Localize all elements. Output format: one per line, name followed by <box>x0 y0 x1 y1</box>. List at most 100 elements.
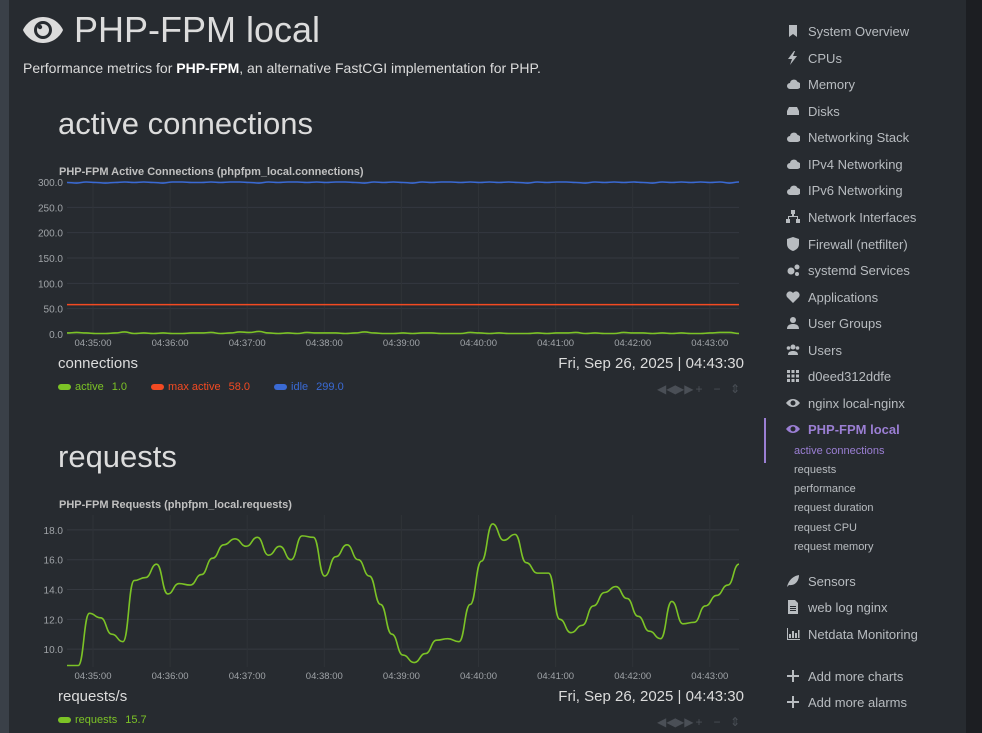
resize-icon[interactable]: ⇕ <box>729 382 741 396</box>
sidebar-subitem[interactable]: request CPU <box>794 522 857 538</box>
sidebar-item-label: Memory <box>808 76 855 92</box>
sidebar-item[interactable]: nginx local-nginx <box>784 393 905 413</box>
legend-value: 58.0 <box>228 381 251 393</box>
sidebar-item[interactable]: System Overview <box>784 21 909 41</box>
legend-item-idle[interactable]: idle 299.0 <box>274 381 344 393</box>
x-tick-label: 04:36:00 <box>152 671 189 682</box>
resize-icon[interactable]: ⇕ <box>729 715 741 729</box>
sidebar-action[interactable]: Add more charts <box>784 666 903 686</box>
sidebar-item[interactable]: IPv4 Networking <box>784 154 903 174</box>
x-tick-label: 04:43:00 <box>691 671 728 682</box>
connections-chart[interactable]: 300.0 250.0 200.0 150.0 100.0 50.0 0.0 04:35:00… <box>23 176 745 354</box>
legend-value: 299.0 <box>316 381 344 393</box>
sidebar-item[interactable]: CPUs <box>784 48 842 68</box>
rewind-icon[interactable]: ◀◀ <box>657 715 675 729</box>
sidebar-action-label: Add more alarms <box>808 694 907 710</box>
bolt-icon <box>784 51 802 65</box>
legend-value: 1.0 <box>111 381 128 393</box>
th-icon <box>784 369 802 383</box>
page-header: PHP-FPM local <box>22 8 320 52</box>
y-tick-label: 300.0 <box>38 178 63 189</box>
sidebar-item[interactable]: Sensors <box>784 571 856 591</box>
sidebar-item[interactable]: Disks <box>784 101 840 121</box>
active-section-indicator <box>764 418 766 463</box>
rewind-icon[interactable]: ◀◀ <box>657 382 675 396</box>
sidebar-item[interactable]: Networking Stack <box>784 127 909 147</box>
zoom-in-icon[interactable]: + <box>693 382 705 396</box>
chart-units-requests: requests/s <box>58 688 128 705</box>
sidebar-subitem[interactable]: performance <box>794 483 856 499</box>
chart-units-connections: connections <box>58 355 139 372</box>
legend-item-requests[interactable]: requests 15.7 <box>58 714 147 726</box>
cloud-icon <box>784 77 802 91</box>
hdd-icon <box>784 104 802 118</box>
chart-controls-requests: ◀◀ ▶▶ + − ⇕ <box>657 715 741 729</box>
cloud-icon <box>784 157 802 171</box>
y-tick-label: 250.0 <box>38 203 63 214</box>
sidebar-item-label: IPv4 Networking <box>808 156 903 172</box>
zoom-out-icon[interactable]: − <box>711 382 723 396</box>
legend-item-max-active[interactable]: max active 58.0 <box>151 381 250 393</box>
sidebar-item-label: Networking Stack <box>808 129 910 145</box>
sidebar-item[interactable]: systemd Services <box>784 260 910 280</box>
sidebar-item[interactable]: Netdata Monitoring <box>784 624 918 644</box>
x-tick-label: 04:43:00 <box>691 338 728 349</box>
eye-icon <box>784 396 802 410</box>
file-icon <box>784 600 802 614</box>
sidebar-action-label: Add more charts <box>808 668 904 684</box>
requests-chart[interactable]: 18.0 16.0 14.0 12.0 10.0 04:35:00 04:36:00 04:3… <box>23 509 745 687</box>
y-tick-label: 18.0 <box>44 526 64 537</box>
sidebar-item[interactable]: d0eed312ddfe <box>784 366 891 386</box>
sidebar-item[interactable]: Network Interfaces <box>784 207 916 227</box>
chart-timestamp-requests: Fri, Sep 26, 2025 | 04:43:30 <box>558 688 744 705</box>
section-title-requests: requests <box>58 439 177 474</box>
sidebar-subitem[interactable]: request memory <box>794 541 873 557</box>
cogs-icon <box>784 263 802 277</box>
page-title: PHP-FPM local <box>74 9 321 50</box>
right-scrollbar[interactable] <box>966 0 982 733</box>
zoom-in-icon[interactable]: + <box>693 715 705 729</box>
zoom-out-icon[interactable]: − <box>711 715 723 729</box>
sidebar-item[interactable]: Memory <box>784 74 855 94</box>
sidebar-item[interactable]: Users <box>784 340 842 360</box>
y-tick-label: 16.0 <box>44 556 64 567</box>
legend-item-active[interactable]: active 1.0 <box>58 381 127 393</box>
y-tick-label: 50.0 <box>44 305 64 316</box>
legend-connections: active 1.0 max active 58.0 idle 299.0 <box>58 381 344 393</box>
sidebar-item[interactable]: web log nginx <box>784 597 888 617</box>
sidebar-item-label: PHP-FPM local <box>808 421 900 437</box>
forward-icon[interactable]: ▶▶ <box>675 715 693 729</box>
forward-icon[interactable]: ▶▶ <box>675 382 693 396</box>
series-line-active <box>66 330 740 335</box>
sidebar-action[interactable]: Add more alarms <box>784 692 907 712</box>
plus-icon <box>784 695 802 709</box>
sidebar-subitem[interactable]: request duration <box>794 502 874 518</box>
legend-swatch <box>58 717 71 723</box>
x-tick-label: 04:37:00 <box>229 671 266 682</box>
sidebar-subitem[interactable]: active connections <box>794 445 885 461</box>
cloud-icon <box>784 183 802 197</box>
series-line-idle <box>66 181 740 184</box>
bookmark-icon <box>784 24 802 38</box>
sidebar-item[interactable]: User Groups <box>784 313 882 333</box>
sidebar-item[interactable]: IPv6 Networking <box>784 180 903 200</box>
x-tick-label: 04:35:00 <box>75 338 112 349</box>
page-description: Performance metrics for PHP-FPM, an alte… <box>23 60 541 76</box>
legend-name: idle <box>291 381 309 393</box>
y-tick-label: 12.0 <box>44 615 64 626</box>
y-tick-label: 14.0 <box>44 586 64 597</box>
desc-text: Performance metrics for <box>23 60 177 76</box>
sidebar-item[interactable]: PHP-FPM local <box>784 419 900 439</box>
plus-icon <box>784 669 802 683</box>
sidebar-item-label: Network Interfaces <box>808 209 917 225</box>
sidebar-item-label: systemd Services <box>808 262 910 278</box>
sidebar-subitem[interactable]: requests <box>794 464 836 480</box>
sidebar-item-label: IPv6 Networking <box>808 182 903 198</box>
sidebar-item-label: CPUs <box>808 50 842 66</box>
eye-icon <box>784 422 802 436</box>
sidebar-item[interactable]: Applications <box>784 287 878 307</box>
y-tick-label: 10.0 <box>44 645 64 656</box>
y-tick-label: 0.0 <box>49 330 63 341</box>
eye-icon <box>23 17 63 43</box>
sidebar-item[interactable]: Firewall (netfilter) <box>784 234 908 254</box>
